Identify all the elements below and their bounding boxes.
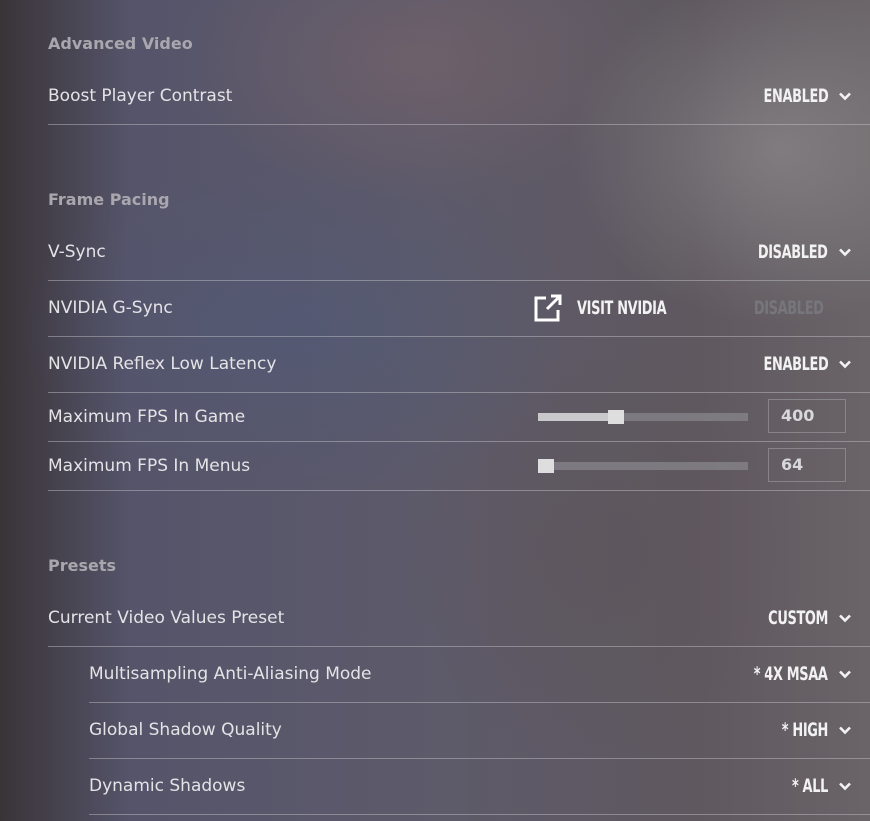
dropdown-value: DISABLED: [758, 241, 828, 263]
section-header-advanced-video: Advanced Video: [48, 34, 193, 53]
slider-handle[interactable]: [538, 458, 554, 473]
section-header-frame-pacing: Frame Pacing: [48, 190, 170, 209]
dropdown[interactable]: ENABLED: [733, 336, 852, 392]
section-header-presets: Presets: [48, 556, 117, 575]
dropdown-value: ENABLED: [763, 353, 828, 375]
fps-value-input[interactable]: 64: [768, 447, 846, 482]
setting-label: NVIDIA Reflex Low Latency: [48, 354, 277, 374]
setting-label: NVIDIA G-Sync: [48, 298, 173, 318]
dropdown[interactable]: CUSTOM: [740, 590, 852, 646]
setting-label: Global Shadow Quality: [89, 720, 282, 740]
slider-handle[interactable]: [607, 409, 624, 424]
dropdown[interactable]: * ALL: [775, 758, 852, 814]
chevron-down-icon: [838, 723, 852, 737]
setting-video-preset[interactable]: Current Video Values Preset CUSTOM: [48, 590, 870, 647]
dropdown-value: ENABLED: [763, 85, 828, 107]
setting-max-fps-menus: Maximum FPS In Menus 64: [48, 441, 870, 491]
visit-nvidia-label: VISIT NVIDIA: [577, 297, 667, 319]
setting-v-sync[interactable]: V-Sync DISABLED: [48, 224, 870, 281]
setting-global-shadow-quality[interactable]: Global Shadow Quality * HIGH: [89, 702, 870, 759]
dropdown-value: * 4X MSAA: [754, 663, 828, 685]
external-link-icon: [534, 294, 562, 322]
setting-nvidia-g-sync: NVIDIA G-Sync VISIT NVIDIA DISABLED: [48, 280, 870, 337]
setting-label: Boost Player Contrast: [48, 86, 233, 106]
chevron-down-icon: [838, 245, 852, 259]
setting-label: Multisampling Anti-Aliasing Mode: [89, 664, 372, 684]
slider-fill: [538, 412, 616, 421]
chevron-down-icon: [838, 611, 852, 625]
chevron-down-icon: [838, 779, 852, 793]
dropdown[interactable]: DISABLED: [725, 224, 852, 280]
dropdown-value-disabled: DISABLED: [754, 297, 824, 319]
fps-slider[interactable]: [538, 409, 748, 424]
setting-label: Dynamic Shadows: [89, 776, 246, 796]
dropdown[interactable]: * HIGH: [760, 702, 852, 758]
chevron-down-icon: [838, 89, 852, 103]
fps-value-input[interactable]: 400: [768, 398, 846, 433]
setting-boost-player-contrast[interactable]: Boost Player Contrast ENABLED: [48, 68, 870, 125]
setting-label: Maximum FPS In Game: [48, 406, 246, 427]
setting-dynamic-shadows[interactable]: Dynamic Shadows * ALL: [89, 758, 870, 815]
visit-nvidia-link[interactable]: VISIT NVIDIA: [533, 293, 683, 323]
dropdown[interactable]: * 4X MSAA: [719, 646, 852, 702]
setting-label: Current Video Values Preset: [48, 608, 285, 628]
fps-slider[interactable]: [538, 458, 748, 473]
setting-msaa-mode[interactable]: Multisampling Anti-Aliasing Mode * 4X MS…: [89, 646, 870, 703]
dropdown-value: * ALL: [791, 775, 828, 797]
setting-label: Maximum FPS In Menus: [48, 455, 251, 476]
dropdown-value: * HIGH: [781, 719, 829, 741]
chevron-down-icon: [838, 357, 852, 371]
dropdown[interactable]: ENABLED: [733, 68, 852, 124]
setting-max-fps-game: Maximum FPS In Game 400: [48, 392, 870, 442]
dropdown-value: CUSTOM: [768, 607, 828, 629]
chevron-down-icon: [838, 667, 852, 681]
setting-nvidia-reflex[interactable]: NVIDIA Reflex Low Latency ENABLED: [48, 336, 870, 393]
setting-label: V-Sync: [48, 242, 106, 262]
